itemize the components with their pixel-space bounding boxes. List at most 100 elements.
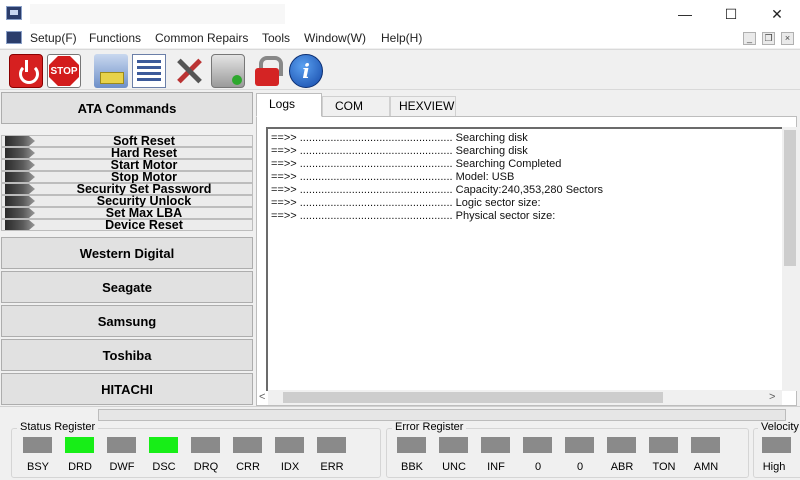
status-bit-label-2: DWF [109,461,135,473]
document-icon[interactable] [6,31,22,44]
status-bit-label-0: BSY [26,461,49,473]
menu-tools[interactable]: Tools [262,31,290,45]
menu-common-repairs[interactable]: Common Repairs [155,31,248,45]
tab-com[interactable]: COM [322,96,390,116]
status-bit-label-1: DRD [68,461,92,473]
menu-window[interactable]: Window(W) [304,31,366,45]
velocity-led [762,437,791,453]
toolbar: STOP i [0,49,800,90]
left-panel: ATA Commands Soft Reset Hard Reset Start… [0,91,255,406]
tab-logs[interactable]: Logs [256,93,322,117]
ata-command-list: Soft Reset Hard Reset Start Motor Stop M… [1,135,253,231]
samsung-button[interactable]: Samsung [1,305,253,337]
velocity-value: High [762,461,786,473]
log-output[interactable]: ==>> ...................................… [266,127,797,391]
hitachi-button[interactable]: HITACHI [1,373,253,405]
velocity-title: Velocity [758,421,800,433]
arrow-icon [5,196,35,206]
error-bit-led-6 [649,437,678,453]
tab-hexview[interactable]: HEXVIEW [390,96,456,116]
status-bit-led-6 [275,437,304,453]
error-register-title: Error Register [392,421,467,433]
log-line: ==>> ...................................… [271,158,562,170]
western-digital-button[interactable]: Western Digital [1,237,253,269]
error-bit-led-5 [607,437,636,453]
network-icon[interactable] [94,54,128,88]
status-bit-led-7 [317,437,346,453]
log-line: ==>> ...................................… [271,210,556,222]
arrow-icon [5,160,35,170]
status-bit-label-4: DRQ [193,461,219,473]
error-bit-led-4 [565,437,594,453]
list-icon[interactable] [132,54,166,88]
status-bit-led-1 [65,437,94,453]
mdi-restore-icon: ❐ [764,33,773,43]
lock-icon[interactable] [250,54,284,88]
arrow-icon [5,184,35,194]
status-bit-label-3: DSC [152,461,176,473]
mdi-minimize-button[interactable]: _ [743,32,756,45]
close-button[interactable]: ✕ [754,0,800,28]
ata-commands-button[interactable]: ATA Commands [1,92,253,124]
log-line: ==>> ...................................… [271,197,541,209]
vertical-scroll-thumb[interactable] [784,130,796,266]
stop-icon: STOP [49,56,79,86]
status-bit-led-0 [23,437,52,453]
divider [0,406,800,407]
toshiba-button[interactable]: Toshiba [1,339,253,371]
error-bit-led-0 [397,437,426,453]
power-icon[interactable] [9,54,43,88]
status-bit-led-2 [107,437,136,453]
scroll-right-icon[interactable]: > [769,391,775,403]
menu-functions[interactable]: Functions [89,31,141,45]
mdi-close-button[interactable]: × [781,32,794,45]
scroll-left-icon[interactable]: < [259,391,265,403]
cmd-device-reset[interactable]: Device Reset [1,219,253,231]
menu-help[interactable]: Help(H) [381,31,422,45]
error-bit-led-7 [691,437,720,453]
maximize-button[interactable]: ☐ [708,0,754,28]
arrow-icon [5,172,35,182]
close-icon: ✕ [771,5,783,22]
status-bit-led-3 [149,437,178,453]
status-bit-led-4 [191,437,220,453]
disk-icon[interactable] [211,54,245,88]
mdi-restore-button[interactable]: ❐ [762,32,775,45]
error-bit-label-4: 0 [576,461,584,473]
minimize-button[interactable]: — [662,0,708,28]
log-line: ==>> ...................................… [271,171,515,183]
log-line: ==>> ...................................… [271,145,528,157]
error-bit-label-5: ABR [610,461,634,473]
window-title [30,4,285,24]
log-line: ==>> ...................................… [271,132,528,144]
error-bit-led-2 [481,437,510,453]
mdi-close-icon: × [784,33,791,43]
info-icon[interactable]: i [289,54,323,88]
horizontal-scroll-thumb[interactable] [283,392,663,403]
error-bit-label-3: 0 [534,461,542,473]
error-bit-label-1: UNC [442,461,466,473]
status-bit-label-6: IDX [280,461,300,473]
error-bit-label-6: TON [652,461,676,473]
seagate-button[interactable]: Seagate [1,271,253,303]
arrow-icon [5,220,35,230]
maximize-icon: ☐ [724,5,738,22]
arrow-icon [5,136,35,146]
error-bit-label-0: BBK [400,461,423,473]
app-icon [6,6,22,20]
stop-button[interactable]: STOP [47,54,81,88]
arrow-icon [5,208,35,218]
log-line: ==>> ...................................… [271,184,603,196]
mdi-minimize-icon: _ [746,33,752,43]
progress-bar [98,409,786,421]
error-bit-label-2: INF [487,461,505,473]
menu-setup[interactable]: Setup(F) [30,31,77,45]
status-bit-led-5 [233,437,262,453]
minimize-icon: — [678,6,692,22]
status-register-title: Status Register [17,421,99,433]
error-bit-led-1 [439,437,468,453]
tools-icon[interactable] [172,54,206,88]
status-bit-label-7: ERR [320,461,344,473]
menu-bar: Setup(F) Functions Common Repairs Tools … [0,28,800,48]
error-bit-led-3 [523,437,552,453]
